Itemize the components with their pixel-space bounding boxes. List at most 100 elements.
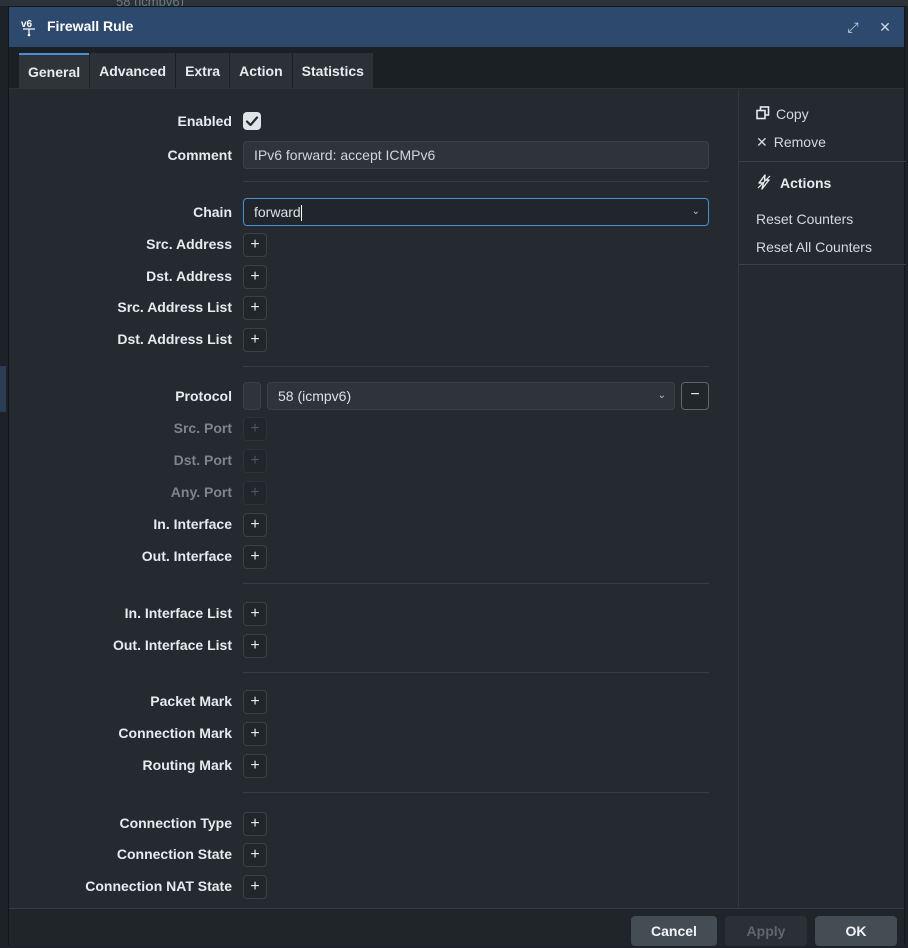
remove-icon: ✕ [756, 134, 768, 150]
chevron-down-icon: ⌄ [691, 206, 700, 217]
protocol-label: Protocol [175, 388, 232, 404]
add-routing-mark-button[interactable]: + [243, 754, 267, 778]
add-out-interface-button[interactable]: + [243, 545, 267, 569]
tab-general[interactable]: General [19, 53, 90, 89]
add-connection-mark-button[interactable]: + [243, 722, 267, 746]
add-in-interface-button[interactable]: + [243, 513, 267, 537]
dst-address-list-label: Dst. Address List [117, 331, 232, 347]
chain-label: Chain [193, 204, 232, 220]
divider [243, 792, 709, 793]
chain-value: forward [254, 204, 301, 220]
copy-action[interactable]: Copy [756, 106, 809, 122]
add-src-address-list-button[interactable]: + [243, 296, 267, 320]
tab-bar: General Advanced Extra Action Statistics [9, 47, 904, 89]
add-in-interface-list-button[interactable]: + [243, 602, 267, 626]
tab-action[interactable]: Action [230, 53, 292, 89]
actions-heading: Actions [756, 174, 831, 191]
sidebar-divider [739, 161, 906, 162]
src-port-label: Src. Port [173, 420, 232, 436]
enabled-checkbox[interactable] [243, 112, 261, 130]
remove-protocol-button[interactable]: − [681, 382, 709, 410]
packet-mark-label: Packet Mark [150, 693, 232, 709]
add-connection-nat-state-button[interactable]: + [243, 875, 267, 899]
out-interface-row: Out. Interface + [9, 545, 738, 569]
reset-all-counters-action[interactable]: Reset All Counters [756, 239, 872, 255]
add-packet-mark-button[interactable]: + [243, 690, 267, 714]
add-out-interface-list-button[interactable]: + [243, 634, 267, 658]
connection-type-label: Connection Type [119, 815, 232, 831]
routing-mark-row: Routing Mark + [9, 754, 738, 778]
in-interface-row: In. Interface + [9, 513, 738, 537]
tab-advanced[interactable]: Advanced [90, 53, 176, 89]
comment-label: Comment [167, 147, 232, 163]
dst-address-row: Dst. Address + [9, 265, 738, 289]
connection-state-label: Connection State [116, 846, 232, 862]
protocol-select[interactable]: 58 (icmpv6) ⌄ [267, 382, 675, 410]
copy-icon [756, 106, 770, 120]
tab-extra[interactable]: Extra [176, 53, 230, 89]
src-address-label: Src. Address [146, 236, 232, 252]
dialog-footer: Cancel Apply OK [9, 908, 904, 946]
dst-address-list-row: Dst. Address List + [9, 328, 738, 352]
text-cursor [300, 205, 302, 222]
remove-action[interactable]: ✕ Remove [756, 134, 826, 151]
src-address-list-row: Src. Address List + [9, 296, 738, 320]
add-dst-address-button[interactable]: + [243, 265, 267, 289]
ok-button[interactable]: OK [815, 916, 897, 946]
src-address-list-label: Src. Address List [117, 299, 232, 315]
add-src-address-button[interactable]: + [243, 233, 267, 257]
add-connection-state-button[interactable]: + [243, 843, 267, 867]
add-connection-type-button[interactable]: + [243, 812, 267, 836]
chain-row: Chain forward ⌄ [9, 198, 738, 226]
divider [243, 672, 709, 673]
apply-button[interactable]: Apply [725, 916, 807, 946]
close-window-icon[interactable]: ✕ [875, 17, 895, 37]
ipv6-icon: v6 [21, 19, 35, 37]
add-dst-port-button: + [243, 449, 267, 473]
actions-heading-label: Actions [780, 175, 832, 191]
protocol-row: Protocol 58 (icmpv6) ⌄ − [9, 382, 738, 410]
divider [243, 366, 709, 367]
connection-mark-label: Connection Mark [118, 725, 232, 741]
cancel-button[interactable]: Cancel [631, 916, 717, 946]
in-interface-list-row: In. Interface List + [9, 602, 738, 626]
protocol-value: 58 (icmpv6) [278, 388, 352, 404]
connection-state-row: Connection State + [9, 843, 738, 867]
out-interface-list-label: Out. Interface List [112, 637, 232, 653]
in-interface-label: In. Interface [153, 516, 232, 532]
sidebar-divider [739, 264, 906, 265]
add-src-port-button: + [243, 417, 267, 441]
add-any-port-button: + [243, 481, 267, 505]
tab-statistics[interactable]: Statistics [292, 53, 373, 89]
enabled-row: Enabled [9, 110, 738, 134]
src-port-row: Src. Port + [9, 417, 738, 441]
connection-nat-state-label: Connection NAT State [85, 878, 232, 894]
copy-label: Copy [776, 106, 809, 122]
connection-type-row: Connection Type + [9, 812, 738, 836]
comment-row: Comment IPv6 forward: accept ICMPv6 [9, 141, 738, 169]
connection-nat-state-row: Connection NAT State + [9, 875, 738, 899]
restore-window-icon[interactable]: ⤢ [843, 17, 863, 37]
comment-field[interactable]: IPv6 forward: accept ICMPv6 [243, 141, 709, 169]
routing-mark-label: Routing Mark [142, 757, 232, 773]
add-dst-address-list-button[interactable]: + [243, 328, 267, 352]
title-bar[interactable]: v6 Firewall Rule ⤢ ✕ [9, 7, 904, 47]
connection-mark-row: Connection Mark + [9, 722, 738, 746]
any-port-row: Any. Port + [9, 481, 738, 505]
general-form: Enabled Comment IPv6 forward: accept ICM… [9, 90, 738, 908]
chain-select[interactable]: forward ⌄ [243, 198, 709, 226]
ipv6-icon-text: v6 [21, 19, 33, 30]
divider [243, 181, 709, 182]
reset-counters-action[interactable]: Reset Counters [756, 211, 853, 227]
dst-port-label: Dst. Port [173, 452, 232, 468]
enabled-label: Enabled [177, 113, 232, 129]
background-selection-bar [0, 366, 6, 412]
firewall-rule-dialog: v6 Firewall Rule ⤢ ✕ General Advanced Ex… [8, 6, 906, 946]
any-port-label: Any. Port [170, 484, 232, 500]
in-interface-list-label: In. Interface List [124, 605, 232, 621]
chevron-down-icon: ⌄ [657, 390, 666, 401]
dst-port-row: Dst. Port + [9, 449, 738, 473]
src-address-row: Src. Address + [9, 233, 738, 257]
protocol-negate-toggle[interactable] [243, 382, 261, 410]
packet-mark-row: Packet Mark + [9, 690, 738, 714]
